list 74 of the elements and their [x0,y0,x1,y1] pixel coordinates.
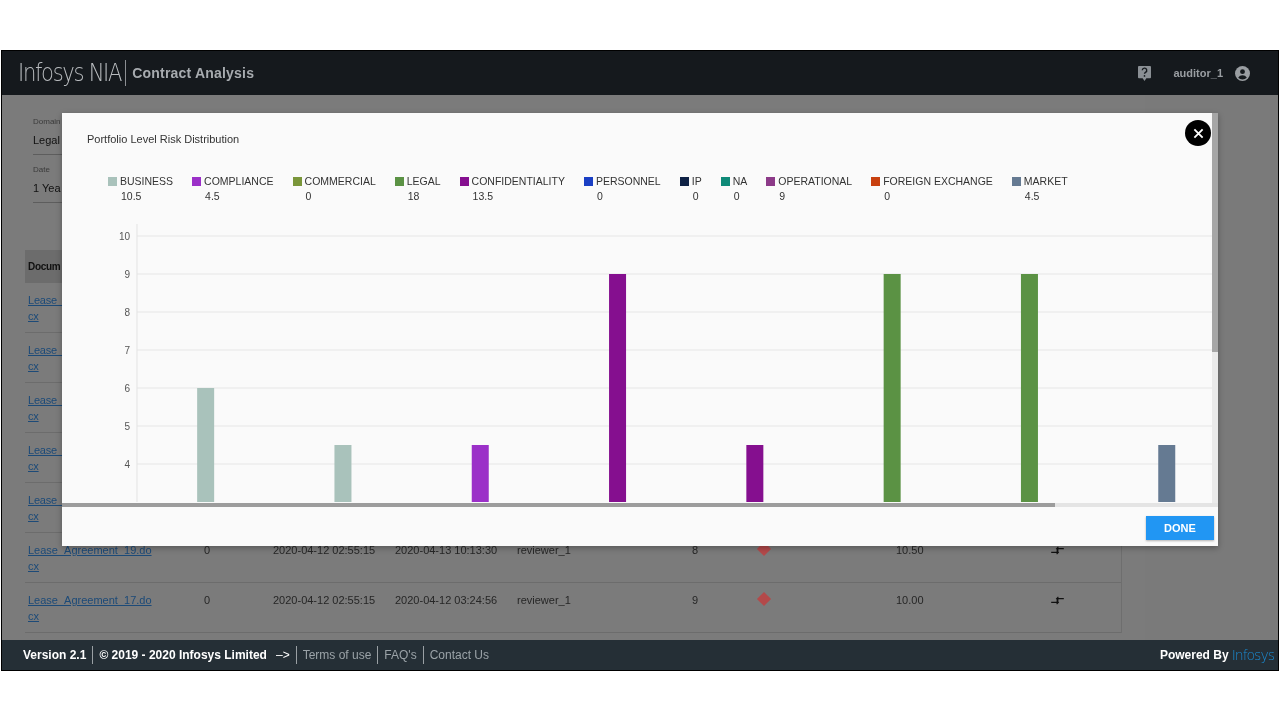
table-cell: 2020-04-12 03:24:56 [395,594,498,606]
table-cell: 8 [692,544,699,556]
legend-value: 0 [883,190,891,202]
table-cell: 10.50 [896,544,924,556]
copyright-text: © 2019 - 2020 Infosys Limited [99,648,267,662]
axis-tick-label: 4 [124,459,130,470]
legend-value: 4.5 [1023,190,1041,202]
legend-label: COMMERCIAL [304,175,376,187]
legend-value: 4.5 [204,190,221,202]
legend-label: PERSONNEL [595,175,661,187]
legend-value: 0 [732,190,741,202]
axis-tick-label: 6 [124,383,130,394]
legend-label: COMPLIANCE [204,175,274,187]
legend-label: FOREIGN EXCHANGE [883,175,993,187]
legend-value: 0 [595,190,604,202]
legend-value: 0 [304,190,313,202]
brand-logo: Infosys [1231,647,1274,663]
legend-value: 13.5 [471,190,495,202]
done-button[interactable]: DONE [1146,516,1214,540]
axis-tick-label: 9 [124,269,130,280]
app-logo: Infosys NIA [18,59,122,87]
axis-tick-label: 7 [124,345,130,356]
app-title: Contract Analysis [132,65,255,81]
arrow-text: –> [275,648,290,662]
axis-tick-label: 8 [124,307,130,318]
footer-link[interactable]: Contact Us [429,648,489,662]
legend-label: MARKET [1023,175,1068,187]
user-name[interactable]: auditor_1 [1173,67,1223,79]
legend-label: OPERATIONAL [778,175,853,187]
bar [334,445,352,502]
table-cell: 2020-04-12 02:55:15 [273,544,376,556]
legend-label: NA [732,175,748,187]
table-cell: 2020-04-12 02:55:15 [273,594,376,606]
document-link[interactable]: Lease_ cx [28,392,63,424]
compare-arrows-icon[interactable] [1051,596,1064,605]
document-link[interactable]: Lease_Agreement_17.do cx [28,592,152,624]
footer-link[interactable]: Terms of use [302,648,372,662]
legend-value: 10.5 [120,190,143,202]
table-cell: 0 [204,594,211,606]
axis-tick-label: 5 [124,421,130,432]
help-icon[interactable] [1138,65,1152,81]
close-button[interactable] [1185,120,1211,146]
legend-label: BUSINESS [120,175,174,187]
document-link[interactable]: Lease_ cx [28,342,63,374]
table-cell: 0 [204,544,211,556]
legend-value: 0 [691,190,700,202]
table-cell: 10.00 [896,594,924,606]
dialog-title: Portfolio Level Risk Distribution [87,132,240,146]
legend-value: 9 [778,190,787,202]
table-cell: reviewer_1 [517,594,571,606]
bar [471,445,489,502]
vertical-scrollbar[interactable] [1212,113,1218,503]
document-link[interactable]: Lease_ cx [28,492,63,524]
axis-tick-label: 10 [118,231,130,242]
bar [746,445,764,502]
powered-by-text: Powered By [1159,648,1229,662]
horizontal-scrollbar[interactable] [62,503,1218,507]
legend-value: 18 [406,190,421,202]
legend-label: LEGAL [406,175,441,187]
document-link[interactable]: Lease_ cx [28,292,63,324]
document-link[interactable]: Lease_ cx [28,442,63,474]
legend-label: CONFIDENTIALITY [471,175,565,187]
legend-label: IP [691,175,702,187]
table-cell: 9 [692,594,699,606]
document-link[interactable]: Lease_Agreement_19.do cx [28,542,152,574]
close-icon[interactable] [1192,127,1204,139]
footer-link[interactable]: FAQ's [384,648,417,662]
user-icon[interactable] [1235,65,1250,81]
column-header: Docum [28,261,61,272]
bar [1158,445,1176,502]
table-cell: reviewer_1 [517,544,571,556]
table-cell: 2020-04-13 10:13:30 [395,544,498,556]
version-label: Version 2.1 [23,648,87,662]
compare-arrows-icon[interactable] [1051,546,1064,555]
